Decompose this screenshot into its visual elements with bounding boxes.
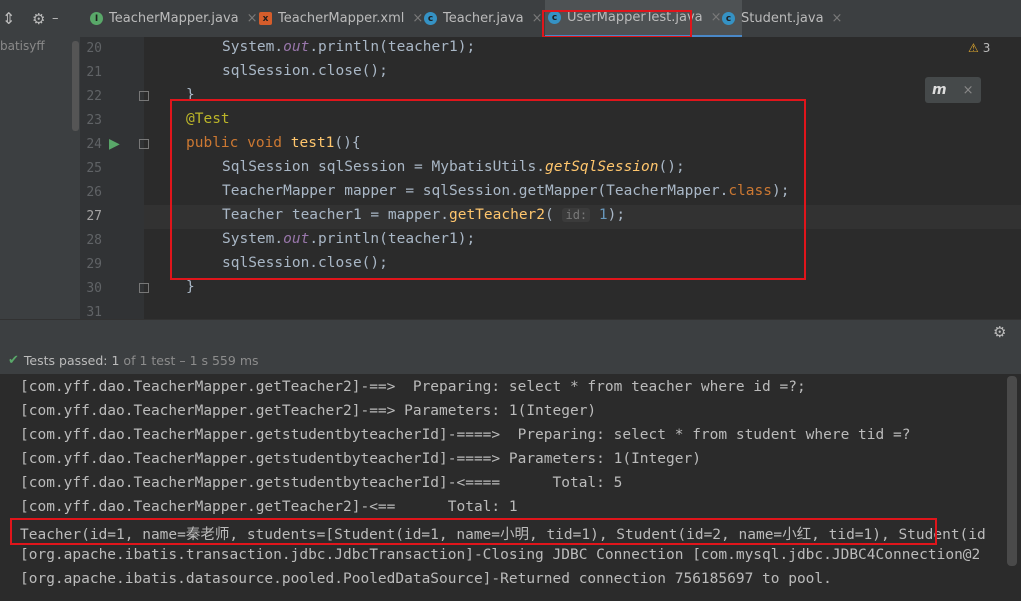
line-number: 31 [86, 305, 102, 320]
line-number: 30 [86, 281, 102, 296]
highlight-active-tab [542, 10, 692, 38]
console-line: [com.yff.dao.TeacherMapper.getTeacher2]-… [20, 403, 597, 419]
minimize-icon[interactable]: – [52, 0, 59, 37]
highlight-result-line [10, 518, 937, 545]
console-scrollbar[interactable] [1007, 376, 1017, 566]
fold-icon[interactable] [139, 283, 149, 293]
warnings-indicator[interactable]: ⚠ 3 [968, 41, 990, 55]
tab-teacher-mapper-xml[interactable]: x TeacherMapper.xml × [259, 0, 423, 37]
tab-teacher-java[interactable]: c Teacher.java × [424, 0, 543, 37]
warning-icon: ⚠ [968, 41, 979, 55]
line-number: 22 [86, 89, 102, 104]
fold-icon[interactable] [139, 139, 149, 149]
scrollbar[interactable] [72, 41, 79, 131]
test-status-bar: ✔ Tests passed: 1 of 1 test – 1 s 559 ms [0, 346, 1021, 374]
class-icon: c [722, 12, 735, 25]
line-number: 29 [86, 257, 102, 272]
tab-label: TeacherMapper.xml [278, 11, 405, 26]
tab-teacher-mapper-java[interactable]: I TeacherMapper.java × [90, 0, 258, 37]
close-icon[interactable]: × [532, 11, 543, 26]
line-number: 23 [86, 113, 102, 128]
fold-icon[interactable] [139, 91, 149, 101]
close-icon[interactable]: × [412, 11, 423, 26]
code-line-21: sqlSession.close(); [222, 63, 388, 79]
gear-icon[interactable]: ⚙ [993, 323, 1006, 341]
xml-file-icon: x [259, 12, 272, 25]
gear-icon[interactable]: ⚙ [32, 0, 45, 37]
console-line: [com.yff.dao.TeacherMapper.getTeacher2]-… [20, 379, 806, 395]
maven-icon[interactable]: m [932, 82, 947, 98]
warning-count: 3 [982, 41, 991, 55]
check-icon: ✔ [8, 352, 19, 368]
console-line: [org.apache.ibatis.transaction.jdbc.Jdbc… [20, 547, 981, 563]
line-number: 24 [86, 137, 102, 152]
run-test-icon[interactable]: ▶ [109, 136, 120, 152]
close-icon[interactable]: × [832, 11, 843, 26]
line-number: 26 [86, 185, 102, 200]
console-line: [com.yff.dao.TeacherMapper.getTeacher2]-… [20, 499, 518, 515]
close-icon[interactable]: × [711, 10, 722, 25]
interface-icon: I [90, 12, 103, 25]
code-line-20: System.out.println(teacher1); [222, 39, 476, 55]
class-icon: c [424, 12, 437, 25]
project-item[interactable]: batisyff [0, 39, 45, 53]
console-line: [org.apache.ibatis.datasource.pooled.Poo… [20, 571, 832, 587]
close-icon[interactable]: × [963, 83, 974, 98]
project-panel: batisyff [0, 37, 80, 319]
console-line: [com.yff.dao.TeacherMapper.getstudentbyt… [20, 475, 623, 491]
console-line: [com.yff.dao.TeacherMapper.getstudentbyt… [20, 451, 701, 467]
editor-tab-bar: ⇕ ⚙ – I TeacherMapper.java × x TeacherMa… [0, 0, 1021, 38]
test-duration: of 1 test – 1 s 559 ms [123, 352, 259, 368]
tests-passed-label: Tests passed: [23, 352, 108, 368]
maven-reload-popup[interactable]: m × [925, 77, 981, 103]
highlight-test-method [170, 99, 806, 280]
tab-student-java[interactable]: c Student.java × [722, 0, 842, 37]
tests-passed-count: 1 [111, 352, 120, 368]
line-number: 25 [86, 161, 102, 176]
line-number: 27 [86, 209, 102, 224]
line-number: 20 [86, 41, 102, 56]
line-number: 28 [86, 233, 102, 248]
collapse-icon[interactable]: ⇕ [2, 0, 15, 37]
tab-label: Student.java [741, 11, 824, 26]
run-panel-header: ⚙ [0, 319, 1021, 347]
code-line-30: } [186, 279, 195, 295]
line-number: 21 [86, 65, 102, 80]
tab-label: Teacher.java [443, 11, 524, 26]
tab-label: TeacherMapper.java [109, 11, 239, 26]
close-icon[interactable]: × [247, 11, 258, 26]
console-line: [com.yff.dao.TeacherMapper.getstudentbyt… [20, 427, 911, 443]
